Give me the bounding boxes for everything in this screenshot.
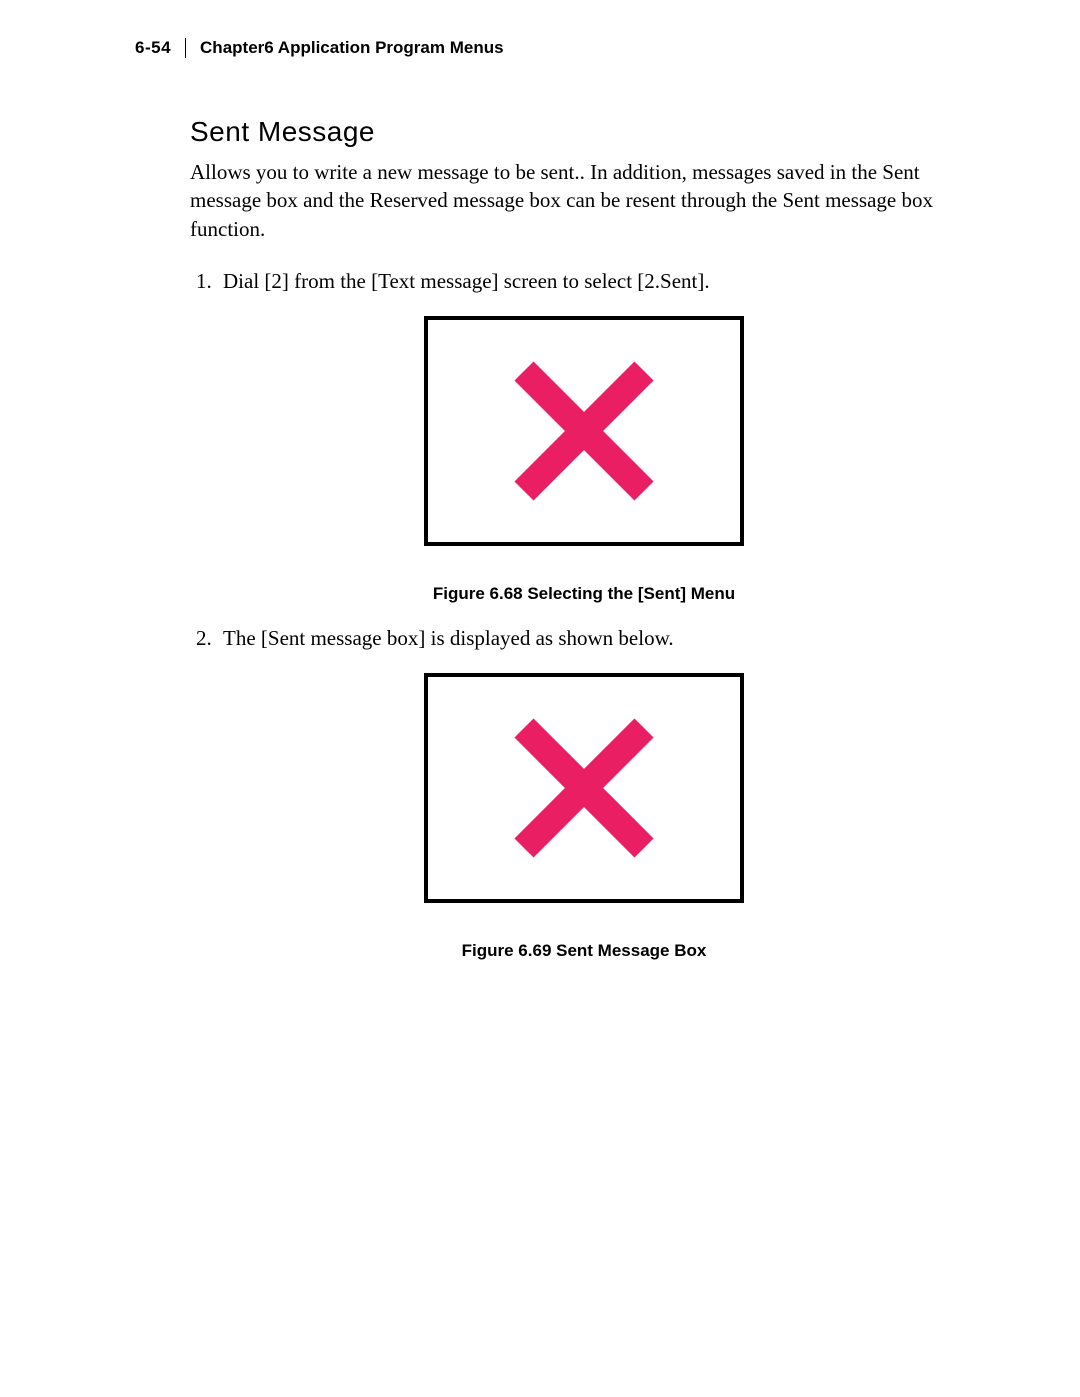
figure-wrap: Figure 6.68 Selecting the [Sent] Menu: [223, 316, 945, 604]
list-item: The [Sent message box] is displayed as s…: [217, 626, 945, 961]
list-item: Dial [2] from the [Text message] screen …: [217, 269, 945, 604]
step-list: Dial [2] from the [Text message] screen …: [135, 269, 945, 961]
step-text: Dial [2] from the [Text message] screen …: [223, 269, 710, 293]
broken-image-icon: [509, 356, 659, 506]
broken-image-icon: [509, 713, 659, 863]
page-header: 6-54 Chapter6 Application Program Menus: [135, 38, 945, 58]
step-text: The [Sent message box] is displayed as s…: [223, 626, 674, 650]
chapter-label: Chapter6 Application Program Menus: [200, 38, 504, 58]
figure-caption: Figure 6.69 Sent Message Box: [223, 941, 945, 961]
figure-placeholder: [424, 673, 744, 903]
figure-caption: Figure 6.68 Selecting the [Sent] Menu: [223, 584, 945, 604]
figure-placeholder: [424, 316, 744, 546]
page-number: 6-54: [135, 38, 186, 58]
figure-wrap: Figure 6.69 Sent Message Box: [223, 673, 945, 961]
section-title: Sent Message: [190, 116, 945, 148]
section-intro: Allows you to write a new message to be …: [190, 158, 945, 243]
document-page: 6-54 Chapter6 Application Program Menus …: [0, 0, 1080, 1023]
